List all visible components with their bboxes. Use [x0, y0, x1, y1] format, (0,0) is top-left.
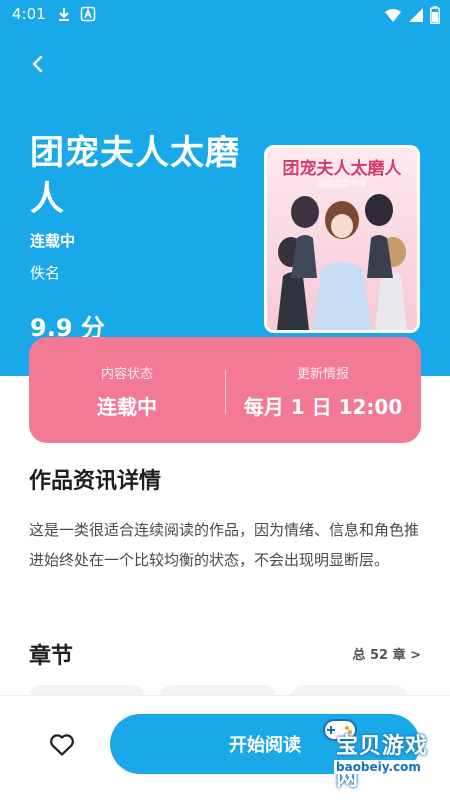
- a-icon: [80, 6, 96, 22]
- update-value: 每月 1 日 12:00: [243, 395, 403, 419]
- heart-icon: [50, 734, 74, 756]
- watermark: 宝贝游戏网 baobeiy.com: [300, 708, 440, 791]
- book-title: 团宠夫人太磨人: [30, 133, 240, 219]
- chevron-left-icon: [32, 55, 43, 73]
- status-time: 4:01: [12, 5, 46, 23]
- chapters-total-link[interactable]: 总 52 章 >: [352, 644, 421, 663]
- chapters-title: 章节: [29, 644, 74, 669]
- status-bar: 4:01: [0, 0, 450, 30]
- details-description: 这是一类很适合连续阅读的作品，因为情绪、信息和角色推进始终处在一个比较均衡的状态…: [29, 521, 420, 569]
- status-left-icons: [56, 6, 96, 22]
- update-info: 更新情报 每月 1 日 12:00: [225, 337, 421, 443]
- download-icon: [59, 8, 69, 21]
- details-title: 作品资讯详情: [29, 469, 162, 494]
- book-cover-subtitle: 超甜恋爱奇缘: [318, 179, 366, 188]
- info-card: 内容状态 连载中 更新情报 每月 1 日 12:00: [29, 337, 421, 443]
- watermark-url: baobeiy.com: [334, 760, 423, 774]
- signal-icon: [409, 8, 423, 22]
- back-button[interactable]: [22, 48, 54, 80]
- book-hero: 团宠夫人太磨人 连载中 佚名 9.9 分 团宠夫人太磨人 超甜恋爱奇缘: [0, 30, 450, 376]
- content-status: 内容状态 连载中: [29, 337, 225, 443]
- status-right-icons: [384, 6, 440, 24]
- battery-icon: [430, 6, 440, 24]
- update-label: 更新情报: [296, 367, 349, 382]
- favorite-button[interactable]: [44, 727, 80, 763]
- book-cover-title: 团宠夫人太磨人: [282, 159, 402, 179]
- book-status: 连载中: [30, 232, 76, 250]
- content-status-label: 内容状态: [100, 367, 153, 382]
- content-status-value: 连载中: [97, 395, 157, 419]
- book-cover[interactable]: 团宠夫人太磨人 超甜恋爱奇缘: [264, 145, 420, 333]
- book-author: 佚名: [30, 264, 61, 282]
- wifi-icon: [385, 8, 401, 22]
